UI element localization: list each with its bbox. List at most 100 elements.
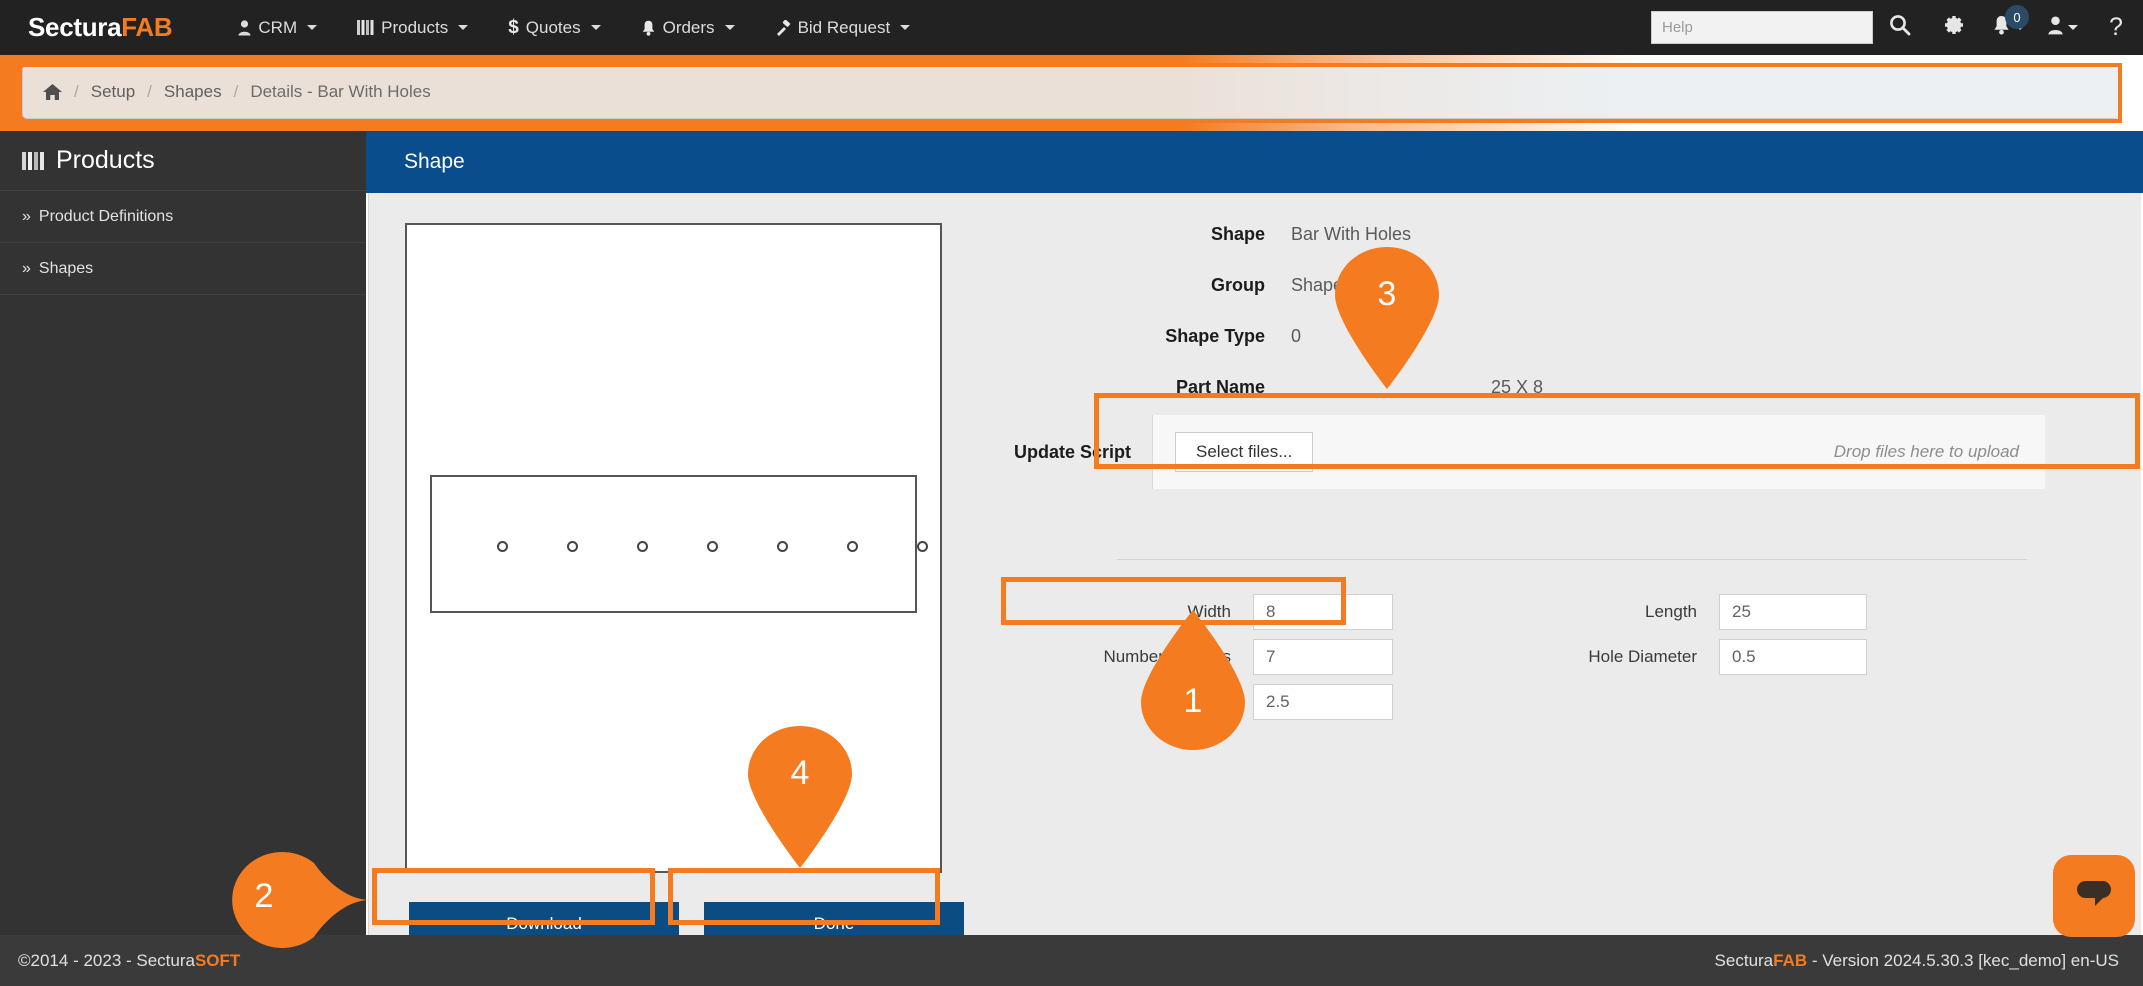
length-input[interactable]: [1719, 594, 1867, 630]
field-label-x-pitch: X-Pitch: [993, 692, 1253, 712]
sidebar-title-label: Products: [56, 146, 155, 175]
dollar-icon: $: [508, 17, 519, 39]
info-row-part-name: Part Name 25 X 8: [993, 362, 2043, 413]
help-button[interactable]: ?: [2089, 0, 2143, 55]
sidebar-item-label: Shapes: [39, 260, 93, 278]
info-value: 0: [1291, 326, 1301, 347]
bell-icon: [641, 20, 656, 36]
notification-badge: 0: [2005, 5, 2029, 29]
search-input[interactable]: [1651, 11, 1873, 44]
brand-prefix: Sectura: [28, 12, 121, 42]
footer-copyright-suffix: SOFT: [195, 951, 240, 970]
breadcrumb-item-setup[interactable]: Setup: [91, 82, 135, 102]
bar-outline: [430, 475, 917, 613]
chevron-right-icon: »: [22, 260, 31, 278]
field-row-x-pitch: X-Pitch: [993, 679, 1393, 724]
top-navbar: SecturaFAB CRM Products $ Quotes: [0, 0, 2143, 55]
update-script-row: Update Script Select files... Drop files…: [993, 415, 2045, 489]
bars-icon: [22, 152, 44, 170]
nav-menu: CRM Products $ Quotes Orders: [218, 17, 930, 39]
shape-panel: Shape Download Done: [366, 131, 2143, 935]
hole: [707, 541, 718, 552]
nav-label-bid-request: Bid Request: [798, 18, 891, 38]
sidebar-title: Products: [0, 131, 366, 191]
info-row-shape-type: Shape Type 0: [993, 311, 2043, 362]
hole: [497, 541, 508, 552]
hole: [637, 541, 648, 552]
info-row-shape: Shape Bar With Holes: [993, 209, 2043, 260]
dimensions-right-column: Length Hole Diameter: [1499, 589, 1867, 679]
nav-item-products[interactable]: Products: [337, 18, 488, 38]
panel-body: Download Done Shape Bar With Holes Group…: [368, 193, 2141, 986]
footer-brand-suffix: FAB: [1773, 951, 1807, 970]
hole-diameter-input[interactable]: [1719, 639, 1867, 675]
dimensions-left-column: Width Number of Holes X-Pitch: [993, 589, 1393, 724]
settings-button[interactable]: [1927, 0, 1981, 55]
breadcrumb: / Setup / Shapes / Details - Bar With Ho…: [22, 65, 2120, 119]
chevron-down-icon: [307, 25, 317, 30]
select-files-button[interactable]: Select files...: [1175, 432, 1313, 472]
nav-item-orders[interactable]: Orders: [621, 18, 755, 38]
sidebar: Products » Product Definitions » Shapes: [0, 131, 366, 935]
sidebar-item-product-definitions[interactable]: » Product Definitions: [0, 191, 366, 243]
breadcrumb-separator: /: [234, 82, 239, 102]
field-row-width: Width: [993, 589, 1393, 634]
nav-item-crm[interactable]: CRM: [218, 18, 337, 38]
search-icon: [1889, 14, 1911, 41]
footer-version: SecturaFAB - Version 2024.5.30.3 [kec_de…: [1715, 951, 2119, 971]
panel-header: Shape: [366, 131, 2143, 193]
search-button[interactable]: [1873, 0, 1927, 55]
x-pitch-input[interactable]: [1253, 684, 1393, 720]
footer-brand-prefix: Sectura: [1715, 951, 1774, 970]
section-divider: [1117, 559, 2027, 560]
width-input[interactable]: [1253, 594, 1393, 630]
user-icon: [2047, 16, 2064, 40]
chevron-down-icon: [2068, 25, 2078, 30]
notifications-button[interactable]: 0: [1981, 0, 2035, 55]
footer-version-text: - Version 2024.5.30.3 [kec_demo] en-US: [1807, 951, 2119, 970]
user-icon: [238, 20, 251, 36]
footer-copyright: ©2014 - 2023 - SecturaSOFT: [18, 951, 240, 971]
breadcrumb-separator: /: [74, 82, 79, 102]
nav-label-quotes: Quotes: [526, 18, 581, 38]
info-value: Shape: [1291, 275, 1343, 296]
field-row-hole-diameter: Hole Diameter: [1499, 634, 1867, 679]
shape-preview: [405, 223, 942, 873]
nav-item-quotes[interactable]: $ Quotes: [488, 17, 620, 39]
info-label: Part Name: [993, 377, 1291, 398]
hole: [567, 541, 578, 552]
chevron-down-icon: [591, 25, 601, 30]
question-icon: ?: [2109, 13, 2123, 42]
chat-widget-button[interactable]: [2053, 855, 2135, 937]
breadcrumb-band: / Setup / Shapes / Details - Bar With Ho…: [0, 55, 2143, 131]
chevron-down-icon: [900, 25, 910, 30]
info-label: Group: [993, 275, 1291, 296]
info-value: 25 X 8: [1491, 377, 1543, 398]
file-drop-zone[interactable]: Select files... Drop files here to uploa…: [1153, 415, 2045, 489]
number-of-holes-input[interactable]: [1253, 639, 1393, 675]
field-label-length: Length: [1499, 602, 1719, 622]
field-row-length: Length: [1499, 589, 1867, 634]
field-label-width: Width: [993, 602, 1253, 622]
footer: ©2014 - 2023 - SecturaSOFT SecturaFAB - …: [0, 935, 2143, 986]
gavel-icon: [775, 20, 791, 36]
chevron-down-icon: [458, 25, 468, 30]
nav-item-bid-request[interactable]: Bid Request: [755, 18, 931, 38]
app-logo[interactable]: SecturaFAB: [28, 12, 172, 43]
home-icon[interactable]: [43, 83, 62, 101]
account-button[interactable]: [2035, 0, 2089, 55]
panel-title: Shape: [404, 150, 465, 174]
navbar-right-tools: 0 ?: [1651, 0, 2143, 55]
bars-icon: [357, 20, 374, 35]
chevron-down-icon: [725, 25, 735, 30]
footer-copyright-prefix: ©2014 - 2023 - Sectura: [18, 951, 195, 970]
brand-suffix: FAB: [121, 12, 172, 42]
chevron-right-icon: »: [22, 208, 31, 226]
breadcrumb-item-shapes[interactable]: Shapes: [164, 82, 222, 102]
hole: [847, 541, 858, 552]
hole: [917, 541, 928, 552]
breadcrumb-separator: /: [147, 82, 152, 102]
hole: [777, 541, 788, 552]
field-label-hole-diameter: Hole Diameter: [1499, 647, 1719, 667]
sidebar-item-shapes[interactable]: » Shapes: [0, 243, 366, 295]
